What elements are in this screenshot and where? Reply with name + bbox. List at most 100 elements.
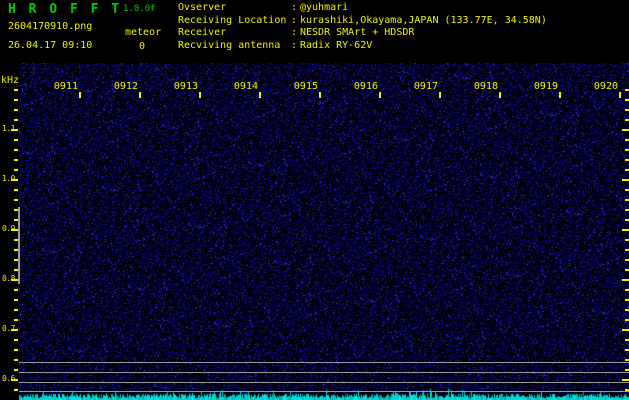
level-gridline (19, 372, 629, 373)
time-tick-label: 0911 (53, 81, 78, 92)
time-tick-label: 0913 (173, 81, 198, 92)
freq-major-tick-left (11, 329, 18, 331)
time-tick-label: 0916 (353, 81, 378, 92)
app-version: 1.0.0f (123, 4, 156, 14)
level-gridline (19, 362, 629, 363)
info-row-value: kurashiki,Okayama,JAPAN (133.77E, 34.58N… (300, 15, 547, 26)
info-row-label: Ovserver (178, 2, 227, 13)
info-row-label: Recviving antenna (178, 40, 281, 51)
minute-tick (319, 92, 321, 98)
info-row-value: Radix RY-62V (300, 40, 373, 51)
freq-minor-tick-left (14, 339, 18, 341)
minute-tick (79, 92, 81, 98)
time-tick-label: 0919 (533, 81, 558, 92)
freq-minor-tick-right (625, 199, 629, 201)
freq-major-tick-left (11, 179, 18, 181)
spectrogram-canvas (19, 63, 629, 400)
freq-major-tick-left (11, 229, 18, 231)
freq-minor-tick-right (625, 109, 629, 111)
info-row-label: Receiver (178, 27, 227, 38)
freq-minor-tick-right (625, 369, 629, 371)
freq-minor-tick-right (625, 189, 629, 191)
freq-minor-tick-left (14, 99, 18, 101)
freq-minor-tick-right (625, 349, 629, 351)
minute-tick (439, 92, 441, 98)
level-gridline (19, 391, 629, 392)
freq-minor-tick-left (14, 149, 18, 151)
app-title: H R O F F T (8, 2, 122, 17)
freq-axis-unit-label: kHz (1, 75, 20, 86)
freq-minor-tick-right (625, 249, 629, 251)
freq-major-tick-right (622, 129, 629, 131)
freq-major-tick-left (11, 129, 18, 131)
freq-major-tick-left (11, 279, 18, 281)
freq-minor-tick-right (625, 319, 629, 321)
freq-major-tick-left (11, 379, 18, 381)
freq-minor-tick-left (14, 189, 18, 191)
freq-major-tick-right (622, 229, 629, 231)
minute-tick (379, 92, 381, 98)
freq-minor-tick-right (625, 159, 629, 161)
info-row-colon: : (291, 2, 298, 13)
freq-minor-tick-left (14, 89, 18, 91)
time-tick-label: 0912 (113, 81, 138, 92)
freq-minor-tick-left (14, 389, 18, 391)
freq-minor-tick-left (14, 369, 18, 371)
freq-minor-tick-left (14, 319, 18, 321)
freq-minor-tick-right (625, 219, 629, 221)
minute-tick (259, 92, 261, 98)
minute-tick (199, 92, 201, 98)
minute-tick (559, 92, 561, 98)
freq-minor-tick-right (625, 89, 629, 91)
info-row: Receiving Location: kurashiki,Okayama,JAP… (178, 15, 547, 26)
time-tick-label: 0914 (233, 81, 258, 92)
freq-major-tick-right (622, 379, 629, 381)
info-row-label: Receiving Location (178, 15, 287, 26)
info-row-value: NESDR SMArt + HDSDR (300, 27, 415, 38)
info-row-colon: : (291, 27, 298, 38)
time-tick-label: 0917 (413, 81, 438, 92)
freq-minor-tick-left (14, 109, 18, 111)
freq-major-tick-right (622, 179, 629, 181)
frequency-range-marker-line (18, 207, 20, 284)
freq-minor-tick-right (625, 169, 629, 171)
freq-minor-tick-right (625, 209, 629, 211)
freq-minor-tick-left (14, 119, 18, 121)
freq-minor-tick-left (14, 299, 18, 301)
freq-minor-tick-right (625, 269, 629, 271)
freq-minor-tick-left (14, 289, 18, 291)
info-row: Receiver: NESDR SMArt + HDSDR (178, 27, 414, 38)
freq-minor-tick-right (625, 299, 629, 301)
output-filename: 2604170910.png (8, 21, 93, 32)
freq-minor-tick-right (625, 289, 629, 291)
time-tick-label: 0918 (473, 81, 498, 92)
freq-minor-tick-left (14, 159, 18, 161)
level-gridline (19, 382, 629, 383)
info-row: Recviving antenna: Radix RY-62V (178, 40, 372, 51)
freq-minor-tick-left (14, 309, 18, 311)
freq-minor-tick-right (625, 139, 629, 141)
info-row-colon: : (291, 40, 298, 51)
info-row: Ovserver: @yuhmari (178, 2, 348, 13)
freq-minor-tick-right (625, 149, 629, 151)
freq-minor-tick-right (625, 309, 629, 311)
freq-major-tick-right (622, 279, 629, 281)
freq-minor-tick-right (625, 259, 629, 261)
freq-minor-tick-right (625, 119, 629, 121)
info-row-value: @yuhmari (300, 2, 349, 13)
freq-minor-tick-left (14, 349, 18, 351)
minute-tick (619, 92, 621, 98)
freq-minor-tick-right (625, 359, 629, 361)
freq-major-tick-right (622, 329, 629, 331)
freq-minor-tick-left (14, 139, 18, 141)
hrofft-screen: H R O F F T 1.0.0f 2604170910.png meteor… (0, 0, 629, 400)
observation-datetime: 26.04.17 09:10 (8, 40, 93, 51)
time-tick-label: 0915 (293, 81, 318, 92)
minute-tick (499, 92, 501, 98)
info-row-colon: : (291, 15, 298, 26)
time-tick-label: 0920 (593, 81, 618, 92)
freq-minor-tick-right (625, 339, 629, 341)
freq-minor-tick-left (14, 359, 18, 361)
freq-minor-tick-left (14, 169, 18, 171)
minute-tick (139, 92, 141, 98)
